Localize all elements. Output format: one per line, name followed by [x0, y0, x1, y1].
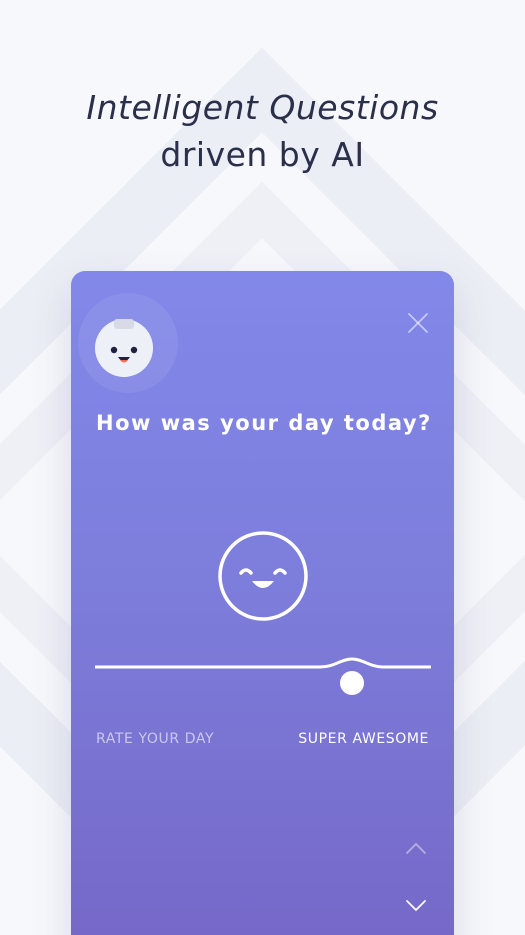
- rating-slider[interactable]: [95, 649, 431, 699]
- bot-avatar: [76, 291, 180, 395]
- slider-thumb: [340, 671, 364, 695]
- headline-line-2: driven by AI: [160, 135, 365, 174]
- chevron-down-icon[interactable]: [405, 899, 427, 913]
- chevron-up-icon[interactable]: [405, 841, 427, 855]
- rate-your-day-label: RATE YOUR DAY: [96, 731, 215, 747]
- question-text: How was your day today?: [96, 411, 432, 435]
- question-card: How was your day today? RATE YOUR DAY SU…: [71, 271, 454, 935]
- smiling-face-icon: [218, 531, 308, 621]
- headline-line-1: Intelligent Questions: [86, 88, 439, 127]
- rating-value-label: SUPER AWESOME: [298, 731, 429, 747]
- close-icon[interactable]: [406, 311, 430, 335]
- screen: Intelligent Questions driven by AI How w…: [0, 0, 525, 935]
- robot-avatar-icon: [78, 293, 178, 393]
